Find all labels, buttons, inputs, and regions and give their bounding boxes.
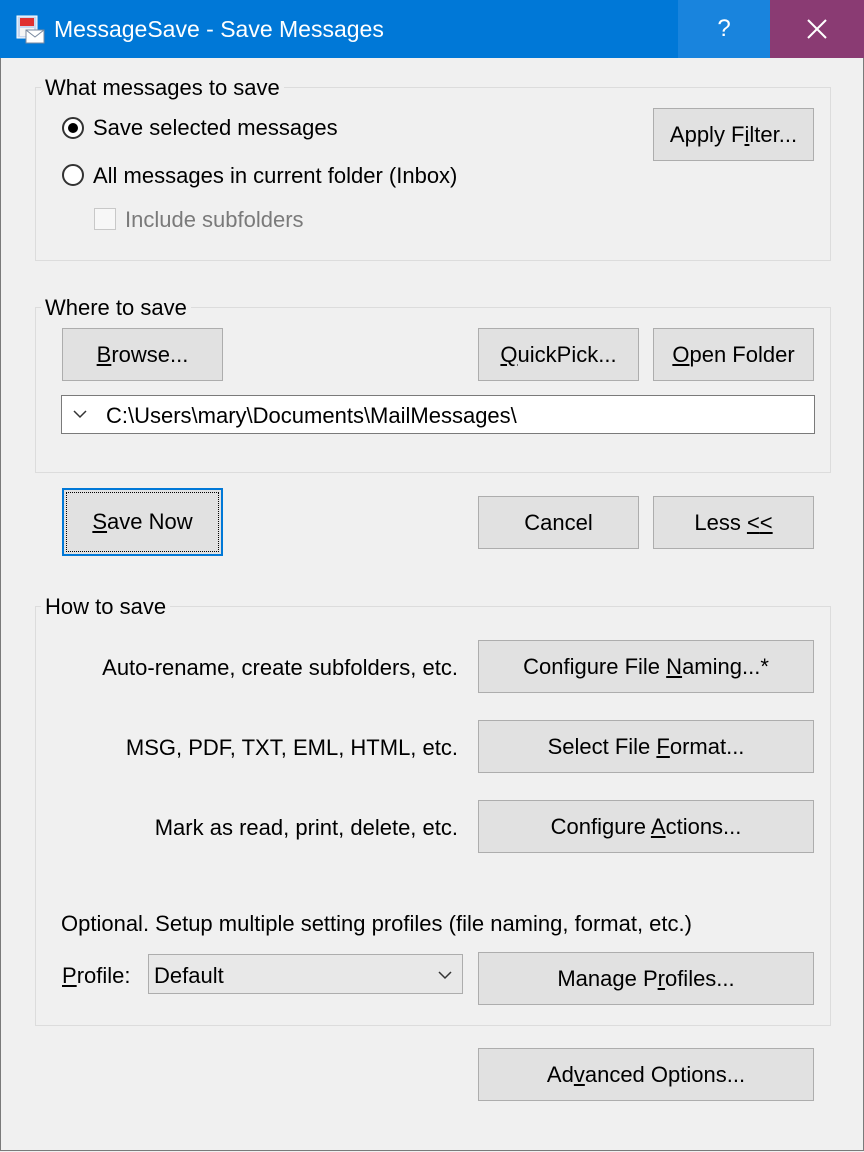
file-format-description: MSG, PDF, TXT, EML, HTML, etc.	[125, 735, 458, 760]
advanced-options-button[interactable]: Advanced Options...	[478, 1048, 814, 1101]
actions-description: Mark as read, print, delete, etc.	[154, 815, 458, 840]
all-messages-radio[interactable]	[62, 164, 84, 186]
profile-select[interactable]: Default	[148, 954, 463, 994]
profiles-note: Optional. Setup multiple setting profile…	[61, 911, 692, 936]
manage-profiles-button[interactable]: Manage Profiles...	[478, 952, 814, 1005]
apply-filter-button[interactable]: Apply Filter...	[653, 108, 814, 161]
configure-actions-button[interactable]: Configure Actions...	[478, 800, 814, 853]
close-icon	[807, 19, 827, 39]
configure-actions-label: Configure Actions...	[550, 813, 742, 839]
focus-rectangle	[66, 492, 219, 552]
chevron-down-icon[interactable]	[73, 409, 87, 419]
include-subfolders-checkbox[interactable]	[94, 208, 116, 230]
include-subfolders-label[interactable]: Include subfolders	[125, 207, 304, 233]
cancel-label: Cancel	[524, 509, 593, 535]
save-path-combo[interactable]: C:\Users\mary\Documents\MailMessages\	[61, 395, 815, 434]
all-messages-label[interactable]: All messages in current folder (Inbox)	[93, 163, 457, 189]
configure-file-naming-button[interactable]: Configure File Naming...*	[478, 640, 814, 693]
help-button[interactable]: ?	[678, 0, 770, 58]
window-title: MessageSave - Save Messages	[54, 16, 384, 42]
cancel-button[interactable]: Cancel	[478, 496, 639, 549]
what-to-save-group-label: What messages to save	[41, 75, 284, 101]
quickpick-label: QuickPick...	[500, 341, 617, 367]
file-naming-description: Auto-rename, create subfolders, etc.	[102, 655, 458, 680]
less-label: Less <<	[694, 509, 773, 535]
manage-profiles-label: Manage Profiles...	[557, 965, 735, 991]
apply-filter-label: Apply Filter...	[669, 121, 798, 147]
title-bar: MessageSave - Save Messages ?	[0, 0, 864, 58]
chevron-down-icon[interactable]	[438, 970, 452, 980]
configure-file-naming-label: Configure File Naming...*	[523, 653, 769, 679]
quickpick-button[interactable]: QuickPick...	[478, 328, 639, 381]
browse-button[interactable]: Browse...	[62, 328, 223, 381]
less-button[interactable]: Less <<	[653, 496, 814, 549]
advanced-options-label: Advanced Options...	[546, 1061, 746, 1087]
radio-selected-dot	[68, 123, 78, 133]
browse-label: Browse...	[96, 341, 189, 367]
open-folder-button[interactable]: Open Folder	[653, 328, 814, 381]
select-file-format-label: Select File Format...	[547, 733, 745, 759]
save-path-value: C:\Users\mary\Documents\MailMessages\	[106, 403, 517, 428]
save-now-button[interactable]: Save Now	[62, 488, 223, 556]
help-icon: ?	[717, 15, 731, 42]
close-button[interactable]	[770, 0, 864, 58]
how-to-save-group-label: How to save	[41, 594, 171, 620]
save-selected-label[interactable]: Save selected messages	[93, 115, 338, 141]
where-to-save-group-label: Where to save	[41, 295, 191, 321]
messagesave-app-icon	[16, 15, 45, 44]
open-folder-label: Open Folder	[672, 341, 795, 367]
select-file-format-button[interactable]: Select File Format...	[478, 720, 814, 773]
profile-value: Default	[154, 963, 224, 988]
save-selected-radio[interactable]	[62, 117, 84, 139]
profile-label: Profile:	[62, 963, 131, 988]
